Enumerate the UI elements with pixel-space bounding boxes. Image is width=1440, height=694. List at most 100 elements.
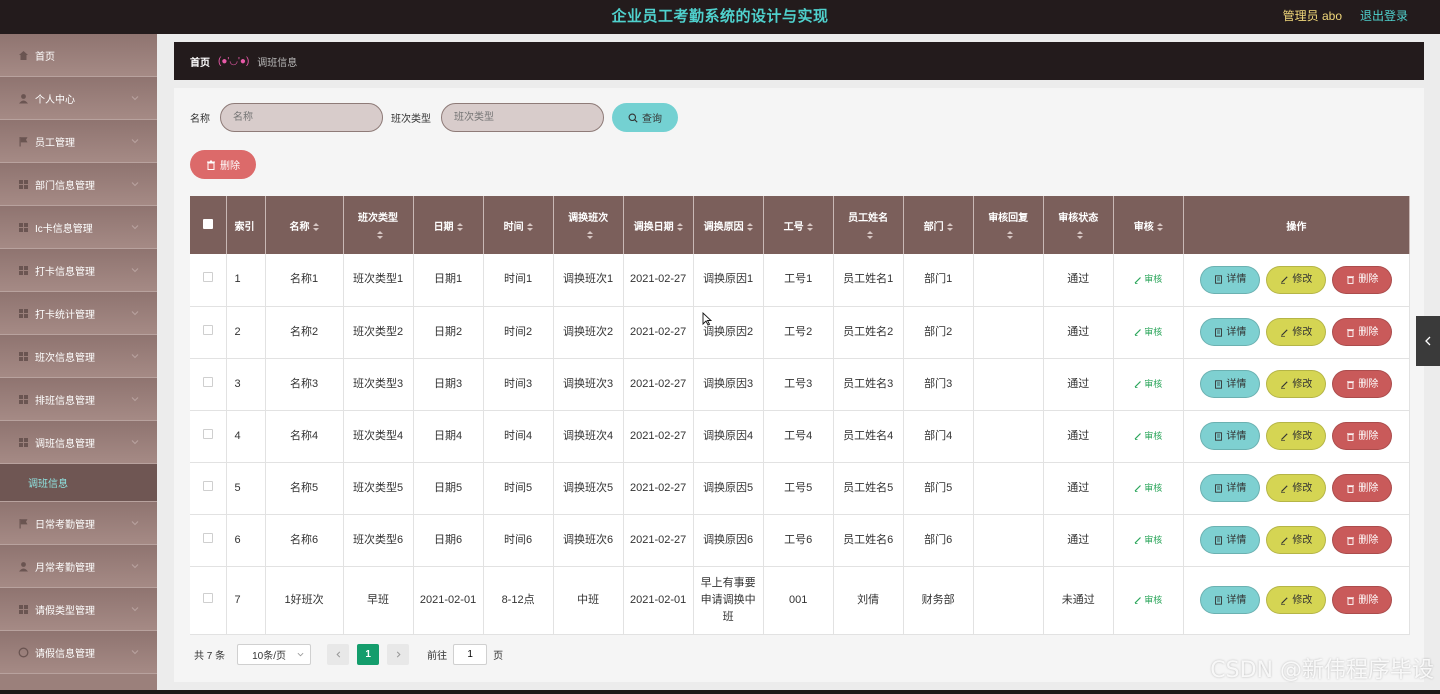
column-header[interactable]: 工号 xyxy=(763,196,834,254)
sidebar-item[interactable]: Ic卡信息管理 xyxy=(0,206,157,249)
sort-icon[interactable] xyxy=(946,222,953,231)
breadcrumb-home[interactable]: 首页 xyxy=(190,54,210,69)
edit-button[interactable]: 修改 xyxy=(1266,474,1327,502)
detail-button[interactable]: 详情 xyxy=(1200,370,1261,398)
edit-button[interactable]: 修改 xyxy=(1266,526,1327,554)
row-checkbox[interactable] xyxy=(202,480,213,491)
row-checkbox[interactable] xyxy=(202,376,213,387)
column-header-label: 调换原因 xyxy=(703,221,744,233)
sort-icon[interactable] xyxy=(456,222,463,231)
sort-icon[interactable] xyxy=(1006,231,1013,240)
edit-button[interactable]: 修改 xyxy=(1266,318,1327,346)
sort-icon[interactable] xyxy=(1076,231,1083,240)
delete-button[interactable]: 删除 xyxy=(1332,318,1393,346)
detail-button[interactable]: 详情 xyxy=(1200,586,1261,614)
delete-button[interactable]: 删除 xyxy=(1332,474,1393,502)
row-checkbox[interactable] xyxy=(202,324,213,335)
column-header[interactable]: 审核状态 xyxy=(1043,196,1114,254)
column-header-label: 工号 xyxy=(783,221,804,233)
sidebar-item[interactable]: 首页 xyxy=(0,34,157,77)
edit-button[interactable]: 修改 xyxy=(1266,265,1327,294)
sidebar-item[interactable]: 排班信息管理 xyxy=(0,378,157,421)
index-cell: 7 xyxy=(226,566,266,635)
page-size-select[interactable]: 10条/页 xyxy=(237,644,312,665)
time-cell: 时间6 xyxy=(483,514,554,567)
audit-link[interactable]: 审核 xyxy=(1134,595,1162,605)
row-checkbox[interactable] xyxy=(202,532,213,543)
shift-type-search-input[interactable] xyxy=(441,103,604,132)
column-header[interactable]: 部门 xyxy=(903,196,974,254)
delete-button[interactable]: 删除 xyxy=(1332,422,1393,450)
sidebar-item[interactable]: 日常考勤管理 xyxy=(0,502,157,545)
row-checkbox[interactable] xyxy=(202,272,213,283)
query-button[interactable]: 查询 xyxy=(612,103,678,132)
audit-link[interactable]: 审核 xyxy=(1134,483,1162,493)
delete-button[interactable]: 删除 xyxy=(1332,586,1393,614)
audit-link[interactable]: 审核 xyxy=(1134,535,1162,545)
edit-button[interactable]: 修改 xyxy=(1266,586,1327,614)
detail-button[interactable]: 详情 xyxy=(1200,422,1261,450)
sidebar-item[interactable]: 个人中心 xyxy=(0,77,157,120)
sort-icon[interactable] xyxy=(806,222,813,231)
sidebar-subitem-active[interactable]: 调班信息 xyxy=(0,464,157,502)
sidebar-item[interactable]: 打卡统计管理 xyxy=(0,292,157,335)
sidebar-item[interactable]: 部门信息管理 xyxy=(0,163,157,206)
audit-cell: 审核 xyxy=(1113,566,1184,635)
sort-icon[interactable] xyxy=(1156,222,1163,231)
next-page-button[interactable] xyxy=(387,644,410,665)
sort-icon[interactable] xyxy=(526,222,533,231)
edit-button[interactable]: 修改 xyxy=(1266,422,1327,450)
sort-icon[interactable] xyxy=(746,222,753,231)
prev-page-button[interactable] xyxy=(327,644,350,665)
column-header-label: 索引 xyxy=(234,221,255,233)
row-checkbox[interactable] xyxy=(202,592,213,603)
sort-icon[interactable] xyxy=(676,222,683,231)
sidebar-item[interactable]: 员工管理 xyxy=(0,120,157,163)
sidebar-item[interactable]: 请假信息管理 xyxy=(0,631,157,674)
detail-button[interactable]: 详情 xyxy=(1200,474,1261,502)
logout-link[interactable]: 退出登录 xyxy=(1360,7,1408,24)
sidebar-item[interactable]: 月常考勤管理 xyxy=(0,545,157,588)
detail-button[interactable]: 详情 xyxy=(1200,526,1261,554)
column-header[interactable]: 班次类型 xyxy=(343,196,414,254)
sort-icon[interactable] xyxy=(866,231,873,240)
sidebar-item[interactable]: 打卡信息管理 xyxy=(0,249,157,292)
audit-link[interactable]: 审核 xyxy=(1134,327,1162,337)
audit-link[interactable]: 审核 xyxy=(1134,431,1162,441)
sidebar-item[interactable]: 班次信息管理 xyxy=(0,335,157,378)
sidebar-item[interactable]: 调班信息管理 xyxy=(0,421,157,464)
name-search-input[interactable] xyxy=(220,103,383,132)
delete-button[interactable]: 删除 xyxy=(1332,370,1393,398)
delete-button[interactable]: 删除 xyxy=(1332,526,1393,554)
row-checkbox[interactable] xyxy=(202,428,213,439)
edit-button[interactable]: 修改 xyxy=(1266,370,1327,398)
column-header[interactable]: 员工姓名 xyxy=(833,196,904,254)
sidebar-item[interactable]: 请假类型管理 xyxy=(0,588,157,631)
page-number-current[interactable]: 1 xyxy=(357,644,380,665)
detail-label: 详情 xyxy=(1226,534,1247,546)
detail-button[interactable]: 详情 xyxy=(1200,318,1261,346)
select-all-header xyxy=(190,196,227,254)
delete-button[interactable]: 删除 xyxy=(1332,265,1393,294)
column-header[interactable]: 调换原因 xyxy=(693,196,764,254)
column-header[interactable]: 调换日期 xyxy=(623,196,694,254)
goto-page-input[interactable] xyxy=(453,644,488,665)
sort-icon[interactable] xyxy=(586,231,593,240)
detail-button[interactable]: 详情 xyxy=(1200,265,1261,294)
column-header[interactable]: 日期 xyxy=(413,196,484,254)
column-header[interactable]: 时间 xyxy=(483,196,554,254)
edit-icon xyxy=(1134,485,1142,493)
select-all-checkbox[interactable] xyxy=(202,218,213,229)
column-header[interactable]: 审核回复 xyxy=(973,196,1044,254)
column-header[interactable]: 名称 xyxy=(265,196,344,254)
panel-toggle-button[interactable] xyxy=(1416,316,1440,366)
sort-icon[interactable] xyxy=(376,231,383,240)
swap-date-cell: 2021-02-27 xyxy=(623,306,694,359)
column-header[interactable]: 调换班次 xyxy=(553,196,624,254)
column-header[interactable]: 审核 xyxy=(1113,196,1184,254)
audit-link[interactable]: 审核 xyxy=(1134,274,1162,284)
sort-icon[interactable] xyxy=(312,222,319,231)
audit-link[interactable]: 审核 xyxy=(1134,379,1162,389)
batch-delete-button[interactable]: 删除 xyxy=(190,150,256,179)
shift-type-cell: 班次类型1 xyxy=(343,254,414,307)
